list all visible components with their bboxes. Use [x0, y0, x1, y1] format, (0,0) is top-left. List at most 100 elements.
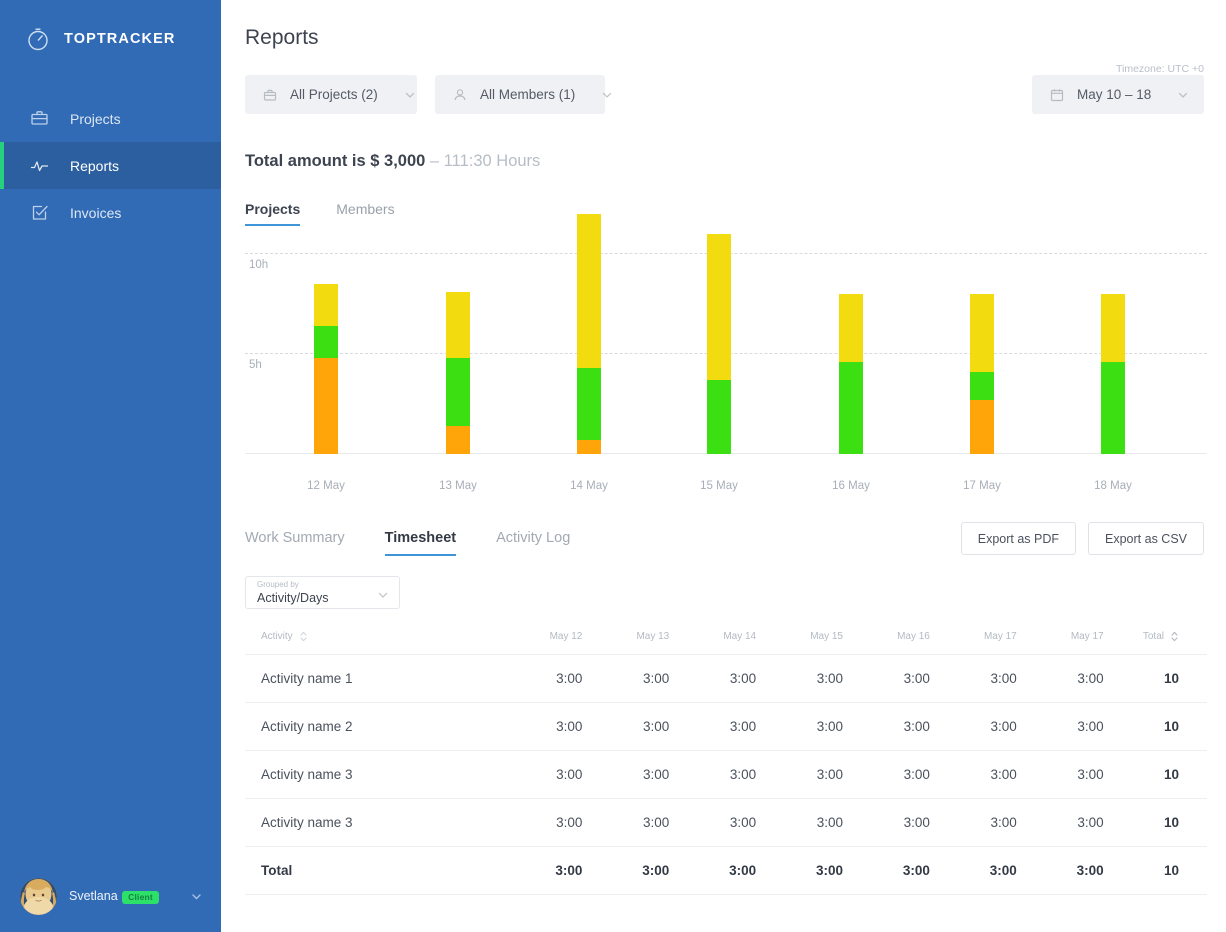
column-header-label: Activity — [261, 631, 293, 642]
bar-segment — [839, 362, 863, 454]
cell-day-hours: 3:00 — [930, 799, 1017, 847]
cell-day-hours: 3:00 — [496, 751, 583, 799]
timesheet-table: Activity May 12 May 13 May 14 May — [245, 631, 1207, 895]
cell-day-hours: 3:00 — [496, 655, 583, 703]
cell-day-hours: 3:00 — [930, 751, 1017, 799]
table-body: Activity name 13:003:003:003:003:003:003… — [245, 655, 1207, 895]
members-filter-label: All Members (1) — [480, 87, 575, 102]
tab-work-summary[interactable]: Work Summary — [245, 530, 345, 556]
activity-pulse-icon — [29, 155, 50, 176]
cell-total-hours: 10 — [1104, 703, 1207, 751]
cell-activity-name: Activity name 1 — [245, 655, 496, 703]
user-icon — [452, 87, 468, 103]
export-buttons: Export as PDF Export as CSV — [961, 522, 1204, 555]
bar-group[interactable] — [707, 234, 731, 454]
bar-group[interactable] — [839, 294, 863, 454]
projects-filter-dropdown[interactable]: All Projects (2) — [245, 75, 417, 114]
cell-day-hours: 3:00 — [1017, 847, 1104, 895]
bar-segment — [577, 214, 601, 368]
bar-segment — [577, 368, 601, 440]
cell-day-hours: 3:00 — [930, 703, 1017, 751]
chevron-down-icon[interactable] — [190, 890, 203, 903]
tab-members[interactable]: Members — [336, 201, 394, 226]
column-header-label: Total — [1143, 631, 1164, 642]
sidebar-nav: Projects Reports Invoices — [0, 95, 221, 236]
filter-bar: All Projects (2) All Members (1) — [221, 50, 1226, 114]
bar-group[interactable] — [970, 294, 994, 454]
cell-day-hours: 3:00 — [930, 847, 1017, 895]
projects-filter-label: All Projects (2) — [290, 87, 378, 102]
tab-timesheet[interactable]: Timesheet — [385, 530, 456, 556]
cell-day-hours: 3:00 — [669, 799, 756, 847]
table-header: Activity May 12 May 13 May 14 May — [245, 631, 1207, 655]
column-header-day: May 16 — [843, 631, 930, 655]
cell-day-hours: 3:00 — [1017, 799, 1104, 847]
grouped-by-select[interactable]: Grouped by Activity/Days — [245, 576, 400, 609]
sidebar-item-projects[interactable]: Projects — [0, 95, 221, 142]
total-amount: $ 3,000 — [370, 152, 425, 170]
bar-segment — [446, 358, 470, 426]
cell-day-hours: 3:00 — [669, 703, 756, 751]
x-tick-label: 17 May — [937, 480, 1027, 492]
bar-group[interactable] — [577, 214, 601, 454]
total-hours: – 111:30 Hours — [425, 152, 540, 170]
x-tick-label: 13 May — [413, 480, 503, 492]
export-csv-button[interactable]: Export as CSV — [1088, 522, 1204, 555]
bar-segment — [577, 440, 601, 454]
total-amount-summary: Total amount is $ 3,000 – 111:30 Hours — [221, 114, 1226, 171]
briefcase-icon — [262, 87, 278, 103]
cell-day-hours: 3:00 — [930, 655, 1017, 703]
sort-updown-icon — [299, 631, 308, 642]
x-tick-label: 15 May — [674, 480, 764, 492]
brand-logo[interactable]: TOPTRACKER — [0, 0, 221, 78]
sidebar-user-menu[interactable]: Svetlana Client — [0, 860, 221, 932]
cell-day-hours: 3:00 — [756, 703, 843, 751]
status-badge: Client — [122, 891, 159, 905]
cell-day-hours: 3:00 — [843, 799, 930, 847]
tab-activity-log[interactable]: Activity Log — [496, 530, 570, 556]
sidebar-item-label: Invoices — [70, 206, 121, 220]
hours-bar-chart: 10h 5h 12 May13 May14 May15 May16 May17 … — [245, 247, 1207, 492]
date-range-picker[interactable]: May 10 – 18 — [1032, 75, 1204, 114]
main-content: Reports Timezone: UTC +0 All Projects (2… — [221, 0, 1226, 932]
chart-bars-layer: 12 May 13 May 14 May 15 May 16 May 17 May 18 M… — [245, 247, 1207, 492]
briefcase-icon — [29, 108, 50, 129]
bar-group[interactable] — [446, 292, 470, 454]
cell-day-hours: 3:00 — [582, 799, 669, 847]
user-meta: Svetlana Client — [69, 887, 178, 905]
sidebar-item-reports[interactable]: Reports — [0, 142, 221, 189]
bar-group[interactable] — [1101, 294, 1125, 454]
export-pdf-button[interactable]: Export as PDF — [961, 522, 1076, 555]
x-tick-label: 14 May — [544, 480, 634, 492]
cell-day-hours: 3:00 — [582, 847, 669, 895]
cell-day-hours: 3:00 — [496, 799, 583, 847]
cell-total-hours: 10 — [1104, 751, 1207, 799]
bar-group[interactable] — [314, 284, 338, 454]
cell-day-hours: 3:00 — [843, 751, 930, 799]
sidebar: TOPTRACKER Projects Reports — [0, 0, 221, 932]
bar-segment — [970, 294, 994, 372]
x-tick-label: 12 May — [281, 480, 371, 492]
cell-day-hours: 3:00 — [756, 751, 843, 799]
column-header-activity[interactable]: Activity — [245, 631, 496, 655]
column-header-day: May 13 — [582, 631, 669, 655]
column-header-day: May 15 — [756, 631, 843, 655]
bar-segment — [446, 426, 470, 454]
tab-projects[interactable]: Projects — [245, 201, 300, 226]
cell-day-hours: 3:00 — [669, 655, 756, 703]
table-row: Activity name 33:003:003:003:003:003:003… — [245, 751, 1207, 799]
sidebar-item-label: Reports — [70, 159, 119, 173]
members-filter-dropdown[interactable]: All Members (1) — [435, 75, 605, 114]
cell-day-hours: 3:00 — [582, 655, 669, 703]
date-range-label: May 10 – 18 — [1077, 87, 1151, 102]
column-header-day: May 17 — [1017, 631, 1104, 655]
x-tick-label: 16 May — [806, 480, 896, 492]
cell-day-hours: 3:00 — [756, 847, 843, 895]
column-header-total[interactable]: Total — [1104, 631, 1207, 655]
sidebar-item-invoices[interactable]: Invoices — [0, 189, 221, 236]
x-tick-label: 18 May — [1068, 480, 1158, 492]
bar-segment — [446, 292, 470, 358]
cell-day-hours: 3:00 — [1017, 655, 1104, 703]
cell-day-hours: 3:00 — [843, 847, 930, 895]
cell-day-hours: 3:00 — [1017, 703, 1104, 751]
